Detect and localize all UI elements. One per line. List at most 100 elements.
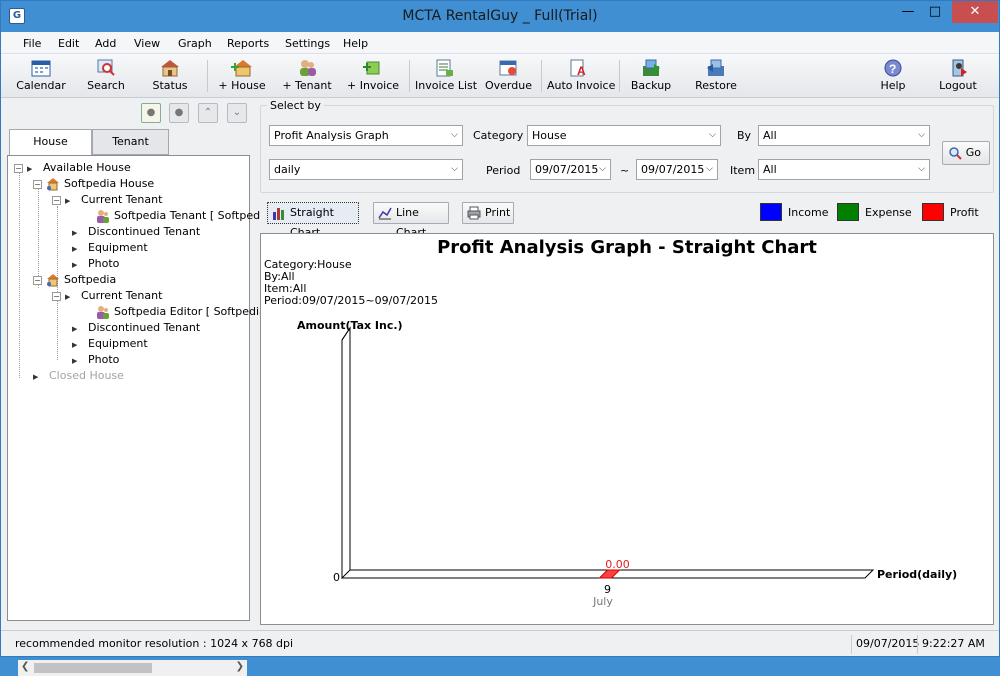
status-message: recommended monitor resolution : 1024 x … — [15, 637, 294, 650]
menu-help[interactable]: Help — [343, 37, 368, 50]
tab-tenant[interactable]: Tenant — [92, 129, 169, 155]
minimize-button[interactable]: — — [895, 1, 921, 23]
arrow-icon: ▶ — [72, 325, 78, 333]
interval-select[interactable]: daily ⌵ — [269, 159, 463, 180]
tree-node-photo[interactable]: ▶ Photo — [72, 256, 119, 272]
calendar-label: Calendar — [16, 79, 66, 92]
add-house-button[interactable]: + House — [217, 56, 267, 96]
tree-node-house[interactable]: − Softpedia House — [33, 176, 154, 192]
tree-node-closed-house[interactable]: ▶ Closed House — [33, 368, 124, 384]
add-house-icon — [231, 60, 252, 77]
category-select[interactable]: House ⌵ — [527, 125, 721, 146]
svg-text:A: A — [577, 64, 586, 78]
move-up-icon[interactable]: ⌃ — [198, 103, 218, 123]
tree-node-tenant[interactable]: Softpedia Tenant [ Softped — [96, 208, 260, 224]
print-button[interactable]: Print — [462, 202, 514, 224]
invoice-list-icon — [436, 59, 453, 77]
period-from-picker[interactable]: 09/07/2015 ⌵ — [530, 159, 611, 180]
tree-node-house[interactable]: − Softpedia — [33, 272, 116, 288]
status-button[interactable]: Status — [147, 56, 193, 96]
restore-button[interactable]: Restore — [693, 56, 739, 96]
title-bar: G MCTA RentalGuy _ Full(Trial) — □ ✕ — [1, 1, 999, 32]
add-tenant-icon — [300, 60, 316, 76]
help-button[interactable]: ? Help — [873, 56, 913, 96]
menu-settings[interactable]: Settings — [285, 37, 330, 50]
by-select[interactable]: All ⌵ — [758, 125, 930, 146]
toolbar: Calendar Search Status + House + Tenant … — [1, 54, 999, 98]
x-axis-label: Period(daily) — [877, 568, 957, 581]
search-icon — [949, 147, 962, 160]
collapse-icon[interactable]: − — [33, 275, 42, 285]
calendar-button[interactable]: Calendar — [15, 56, 67, 96]
toolbar-separator — [619, 60, 620, 92]
tree-node-discontinued-tenant[interactable]: ▶ Discontinued Tenant — [72, 320, 200, 336]
period-to-picker[interactable]: 09/07/2015 ⌵ — [636, 159, 718, 180]
tenants-gray-icon[interactable]: ● — [169, 103, 189, 123]
collapse-icon[interactable]: − — [52, 291, 61, 301]
collapse-icon[interactable]: − — [33, 179, 42, 189]
menu-add[interactable]: Add — [95, 37, 116, 50]
tab-house[interactable]: House — [9, 129, 92, 156]
move-down-icon[interactable]: ⌄ — [227, 103, 247, 123]
menu-graph[interactable]: Graph — [178, 37, 212, 50]
bar-value-label: 0.00 — [605, 558, 630, 571]
menu-file[interactable]: File — [23, 37, 41, 50]
chevron-down-icon: ⌵ — [918, 130, 925, 140]
tenant-icon — [97, 306, 109, 319]
tree-node-available-house[interactable]: − ▶ Available House — [14, 160, 131, 176]
tree-node-current-tenant[interactable]: − ▶ Current Tenant — [52, 288, 162, 304]
collapse-icon[interactable]: − — [14, 163, 23, 173]
straight-chart-button[interactable]: Straight Chart — [267, 202, 359, 239]
toolbar-separator — [541, 60, 542, 92]
close-button[interactable]: ✕ — [952, 1, 998, 23]
menu-edit[interactable]: Edit — [58, 37, 79, 50]
main-window: G MCTA RentalGuy _ Full(Trial) — □ ✕ Fil… — [0, 0, 1000, 676]
status-date: 09/07/2015 — [851, 635, 919, 654]
tree-line — [19, 170, 20, 378]
arrow-icon: ▶ — [72, 245, 78, 253]
legend-swatch-income — [760, 203, 782, 221]
legend-income: Income — [760, 203, 830, 223]
logout-button[interactable]: Logout — [935, 56, 981, 96]
add-tenant-button[interactable]: + Tenant — [281, 56, 333, 96]
maximize-button[interactable]: □ — [922, 1, 948, 23]
printer-icon — [467, 206, 481, 220]
auto-invoice-button[interactable]: A Auto Invoice — [547, 56, 615, 96]
menu-reports[interactable]: Reports — [227, 37, 269, 50]
tree-node-current-tenant[interactable]: − ▶ Current Tenant — [52, 192, 162, 208]
backup-button[interactable]: Backup — [629, 56, 673, 96]
menu-bar: File Edit Add View Graph Reports Setting… — [1, 32, 999, 54]
tree-node-photo[interactable]: ▶ Photo — [72, 352, 119, 368]
collapse-icon[interactable]: − — [52, 195, 61, 205]
legend-profit: Profit — [922, 203, 982, 223]
tree-horizontal-scrollbar[interactable]: ❮ ❯ — [18, 660, 247, 676]
arrow-icon: ▶ — [33, 373, 39, 381]
scroll-thumb[interactable] — [34, 663, 152, 673]
tree-node-tenant[interactable]: Softpedia Editor [ Softpedia — [96, 304, 266, 320]
house-icon — [47, 178, 59, 191]
group-tenants-icon[interactable]: ● — [141, 103, 161, 123]
help-icon: ? — [884, 59, 902, 77]
scroll-left-icon[interactable]: ❮ — [21, 661, 29, 672]
tree-node-equipment[interactable]: ▶ Equipment — [72, 240, 148, 256]
add-invoice-button[interactable]: + Invoice — [347, 56, 399, 96]
overdue-button[interactable]: Overdue — [485, 56, 532, 96]
graph-type-select[interactable]: Profit Analysis Graph ⌵ — [269, 125, 463, 146]
bar-chart-icon — [273, 208, 284, 220]
arrow-icon: ▶ — [65, 197, 71, 205]
toolbar-separator — [207, 60, 208, 92]
search-icon — [97, 59, 115, 76]
auto-invoice-icon: A — [570, 59, 586, 78]
search-button[interactable]: Search — [83, 56, 129, 96]
menu-view[interactable]: View — [134, 37, 160, 50]
line-chart-button[interactable]: Line Chart — [373, 202, 449, 239]
invoice-list-button[interactable]: Invoice List — [415, 56, 477, 96]
y-axis-label: Amount(Tax Inc.) — [297, 319, 403, 332]
select-by-legend: Select by — [267, 99, 324, 112]
go-button[interactable]: Go — [942, 141, 990, 165]
tree-node-discontinued-tenant[interactable]: ▶ Discontinued Tenant — [72, 224, 200, 240]
restore-icon — [707, 59, 724, 76]
scroll-right-icon[interactable]: ❯ — [236, 661, 244, 672]
item-select[interactable]: All ⌵ — [758, 159, 930, 180]
tree-node-equipment[interactable]: ▶ Equipment — [72, 336, 148, 352]
